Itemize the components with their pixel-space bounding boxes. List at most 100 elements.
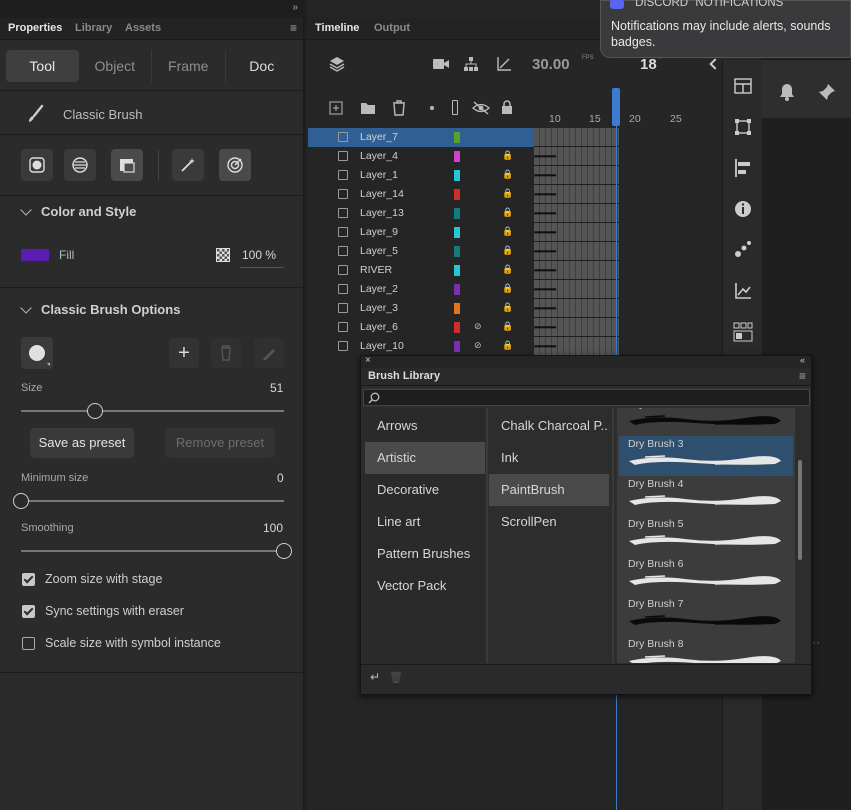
discord-notification[interactable]: "DISCORD" NOTIFICATIONS Notifications ma…	[600, 0, 851, 58]
brush-preview-item[interactable]: Dry Brush 2	[619, 408, 793, 436]
brush-shape-picker[interactable]	[21, 337, 53, 369]
playhead-handle[interactable]	[612, 88, 620, 126]
layer-name[interactable]: Layer_1	[360, 169, 398, 181]
lock-icon[interactable]: 🔒	[502, 226, 513, 237]
chevron-left-icon[interactable]	[709, 58, 721, 70]
scrollbar-thumb[interactable]	[798, 460, 802, 560]
close-icon[interactable]: ×	[365, 355, 371, 366]
frame-row[interactable]: ••••••••••••	[534, 280, 619, 299]
layer-color-swatch[interactable]	[454, 246, 460, 257]
size-value[interactable]: 51	[270, 381, 283, 395]
lock-icon[interactable]: 🔒	[502, 245, 513, 256]
layer-row[interactable]: Layer_5 🔒	[308, 242, 534, 261]
layer-name[interactable]: Layer_3	[360, 302, 398, 314]
tab-library[interactable]: Library	[75, 22, 112, 34]
sync-eraser-checkbox[interactable]	[22, 605, 35, 618]
lock-icon[interactable]: 🔒	[502, 340, 513, 351]
hidden-eye-icon[interactable]: ⊘	[474, 340, 482, 351]
category-line-art[interactable]: Line art	[365, 506, 485, 538]
trash-icon[interactable]: 🗑	[389, 671, 403, 684]
category-vector-pack[interactable]: Vector Pack	[365, 570, 485, 602]
panel-menu-icon[interactable]: ≡	[799, 369, 806, 383]
align-icon[interactable]	[734, 158, 752, 178]
layer-color-swatch[interactable]	[454, 208, 460, 219]
layer-color-swatch[interactable]	[454, 303, 460, 314]
min-size-slider-track[interactable]	[21, 500, 284, 502]
tab-properties[interactable]: Properties	[8, 22, 62, 34]
hidden-eye-icon[interactable]: ⊘	[474, 321, 482, 332]
layer-color-swatch[interactable]	[454, 265, 460, 276]
paint-fills-button[interactable]	[64, 149, 96, 181]
delete-preset-button[interactable]	[211, 338, 241, 368]
layer-row[interactable]: Layer_2 🔒	[308, 280, 534, 299]
layer-name[interactable]: Layer_7	[360, 131, 398, 143]
layer-name[interactable]: RIVER	[360, 264, 392, 276]
lock-icon[interactable]: 🔒	[502, 150, 513, 161]
layer-name[interactable]: Layer_13	[360, 207, 404, 219]
transform-icon[interactable]	[734, 118, 752, 136]
segment-doc[interactable]: Doc	[226, 50, 299, 82]
scale-symbol-checkbox[interactable]	[22, 637, 35, 650]
frame-row[interactable]: ••••••••••••	[534, 223, 619, 242]
scatter-icon[interactable]	[734, 240, 752, 258]
min-size-value[interactable]: 0	[277, 471, 284, 485]
lock-icon[interactable]: 🔒	[502, 188, 513, 199]
save-preset-button[interactable]: Save as preset	[30, 428, 134, 458]
brush-preview-item[interactable]: Dry Brush 6	[619, 556, 793, 596]
fps-value[interactable]: 30.00	[532, 56, 570, 73]
layer-color-swatch[interactable]	[454, 227, 460, 238]
zoom-size-checkbox[interactable]	[22, 573, 35, 586]
segment-frame[interactable]: Frame	[152, 50, 226, 82]
collapse-icon[interactable]: «	[800, 355, 805, 365]
layer-row[interactable]: Layer_3 🔒	[308, 299, 534, 318]
layer-color-swatch[interactable]	[454, 151, 460, 162]
layer-color-swatch[interactable]	[454, 170, 460, 181]
fill-swatch[interactable]	[21, 249, 49, 261]
segment-object[interactable]: Object	[79, 50, 152, 82]
layer-color-swatch[interactable]	[454, 341, 460, 352]
lock-icon[interactable]	[501, 100, 513, 115]
subcategory-chalk-charcoal[interactable]: Chalk Charcoal P...	[489, 410, 609, 442]
tab-output[interactable]: Output	[374, 22, 410, 34]
tab-assets[interactable]: Assets	[125, 22, 161, 34]
current-frame[interactable]: 18	[640, 56, 657, 73]
frame-row[interactable]: ••••••••••••	[534, 242, 619, 261]
graph-icon[interactable]	[496, 56, 512, 72]
segment-tool[interactable]: Tool	[6, 50, 79, 82]
frame-row[interactable]: ••••••••••••	[534, 337, 619, 356]
min-size-slider-knob[interactable]	[13, 493, 29, 509]
bell-icon[interactable]	[779, 83, 795, 101]
category-pattern-brushes[interactable]: Pattern Brushes	[365, 538, 485, 570]
subcategory-scrollpen[interactable]: ScrollPen	[489, 506, 609, 538]
layer-row[interactable]: Layer_13 🔒	[308, 204, 534, 223]
opacity-value[interactable]: 100 %	[242, 248, 276, 262]
frame-row[interactable]: ••••••••••••	[534, 147, 619, 166]
camera-icon[interactable]	[432, 57, 450, 71]
layer-color-swatch[interactable]	[454, 322, 460, 333]
panel-grid-icon[interactable]	[734, 78, 752, 94]
dot-icon[interactable]	[430, 106, 434, 110]
brush-preview-item[interactable]: Dry Brush 7	[619, 596, 793, 636]
frame-row[interactable]	[534, 128, 619, 147]
layer-row[interactable]: Layer_6 ⊘ 🔒	[308, 318, 534, 337]
frame-row[interactable]: ••••••••••••	[534, 204, 619, 223]
add-preset-button[interactable]: +	[169, 338, 199, 368]
lock-icon[interactable]: 🔒	[502, 169, 513, 180]
smoothing-slider-track[interactable]	[21, 550, 284, 552]
new-layer-icon[interactable]	[329, 101, 343, 115]
lock-icon[interactable]: 🔒	[502, 264, 513, 275]
frame-row[interactable]: ••••••••••••	[534, 166, 619, 185]
subcategory-paintbrush[interactable]: PaintBrush	[489, 474, 609, 506]
category-artistic[interactable]: Artistic	[365, 442, 485, 474]
layer-name[interactable]: Layer_9	[360, 226, 398, 238]
category-arrows[interactable]: Arrows	[365, 410, 485, 442]
subcategory-ink[interactable]: Ink	[489, 442, 609, 474]
chevron-down-icon[interactable]	[20, 204, 32, 216]
lock-icon[interactable]: 🔒	[502, 283, 513, 294]
brush-search-input[interactable]	[363, 389, 810, 406]
brush-preview-item[interactable]: Dry Brush 5	[619, 516, 793, 556]
lock-icon[interactable]: 🔒	[502, 302, 513, 313]
frames-grid[interactable]: •••••••••••• •••••••••••• •••••••••••• ••••…	[534, 128, 619, 356]
frame-row[interactable]: ••••••••••••	[534, 185, 619, 204]
layer-name[interactable]: Layer_6	[360, 321, 398, 333]
